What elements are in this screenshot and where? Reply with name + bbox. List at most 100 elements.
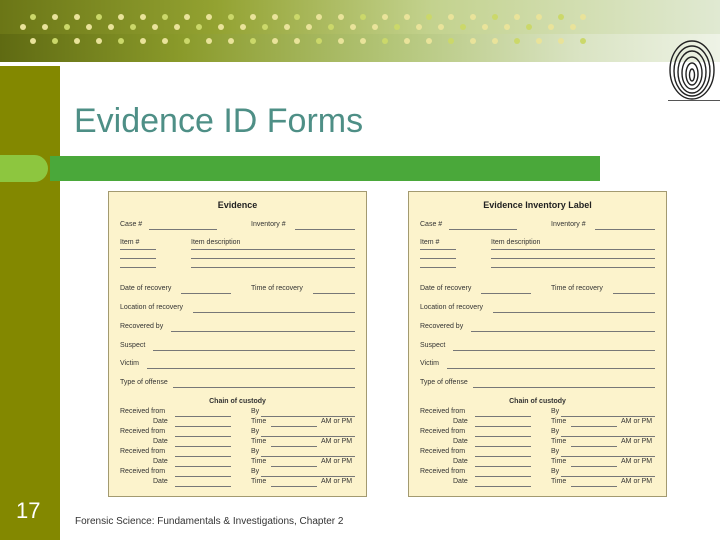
location-of-recovery-label: Location of recovery [420,304,484,311]
time-label: Time [551,418,567,425]
suspect-label: Suspect [420,342,446,349]
banner-dot [64,24,70,30]
banner-dot [416,24,422,30]
fill-line [295,229,355,230]
time-label: Time [551,438,567,445]
case-label: Case # [420,221,443,228]
fingerprint-icon [669,40,715,100]
fill-line [471,331,655,332]
fill-line [561,416,655,417]
banner-dot [548,24,554,30]
fingerprint-underline [668,100,720,101]
time-label: Time [251,478,267,485]
fill-line [175,456,231,457]
banner-dot [492,14,498,20]
fill-line [447,368,655,369]
received-from-label: Received from [120,428,166,435]
banner-dot [118,14,124,20]
banner-dot [570,24,576,30]
fill-line [571,486,617,487]
fill-line [449,229,517,230]
fill-line [475,476,531,477]
fill-line [120,258,156,259]
banner-dot [404,38,410,44]
fill-line [475,426,531,427]
banner-dot [228,38,234,44]
time-label: Time [251,438,267,445]
fill-line [175,476,231,477]
date-label: Date [153,458,168,465]
fill-line [191,267,355,268]
banner-dot [426,14,432,20]
fill-line [595,229,655,230]
fill-line [271,486,317,487]
date-of-recovery-label: Date of recovery [420,285,472,292]
fill-line [493,312,655,313]
fill-line [149,229,217,230]
inventory-label: Inventory # [251,221,286,228]
item-label: Item # [420,239,440,246]
by-label: By [551,408,560,415]
banner-dot [228,14,234,20]
date-label: Date [153,418,168,425]
fill-line [271,466,317,467]
fill-line [491,258,655,259]
fill-line [261,456,355,457]
fill-line [613,293,655,294]
fill-line [475,416,531,417]
type-of-offense-label: Type of offense [120,379,168,386]
banner-dot [316,14,322,20]
banner-dot [514,38,520,44]
banner-dot [118,38,124,44]
by-label: By [251,428,260,435]
banner-dot [206,14,212,20]
fill-line [120,249,156,250]
by-label: By [251,468,260,475]
banner-dot [262,24,268,30]
fill-line [175,426,231,427]
banner-dot [240,24,246,30]
footer-text: Forensic Science: Fundamentals & Investi… [75,516,344,527]
am-pm-label: AM or PM [321,478,353,485]
banner-dot [52,38,58,44]
banner-dot [470,14,476,20]
fill-line [561,436,655,437]
banner-dot [74,14,80,20]
fill-line [261,436,355,437]
banner-dot [360,14,366,20]
fill-line [420,249,456,250]
fill-line [120,267,156,268]
banner-dot [284,24,290,30]
fill-line [453,350,655,351]
fill-line [420,258,456,259]
received-from-label: Received from [120,468,166,475]
banner-dot [250,14,256,20]
banner-dot [360,38,366,44]
form-title: Evidence [217,200,258,210]
location-of-recovery-label: Location of recovery [120,304,184,311]
banner-dot [514,14,520,20]
banner-dot [448,38,454,44]
banner-dot [394,24,400,30]
banner-dot [338,14,344,20]
am-pm-label: AM or PM [621,418,653,425]
fill-line [571,446,617,447]
banner-dot [272,14,278,20]
banner-dot [294,38,300,44]
banner-dot [30,38,36,44]
header-banner [0,0,720,62]
banner-dot [426,38,432,44]
banner-dot [162,14,168,20]
banner-dot [526,24,532,30]
fill-line [261,476,355,477]
banner-dot [580,14,586,20]
banner-dot [382,14,388,20]
banner-dot [294,14,300,20]
banner-dot [184,14,190,20]
banner-dot [460,24,466,30]
fill-line [175,416,231,417]
received-from-label: Received from [420,468,466,475]
banner-dot [30,14,36,20]
fill-line [175,466,231,467]
fill-line [491,249,655,250]
